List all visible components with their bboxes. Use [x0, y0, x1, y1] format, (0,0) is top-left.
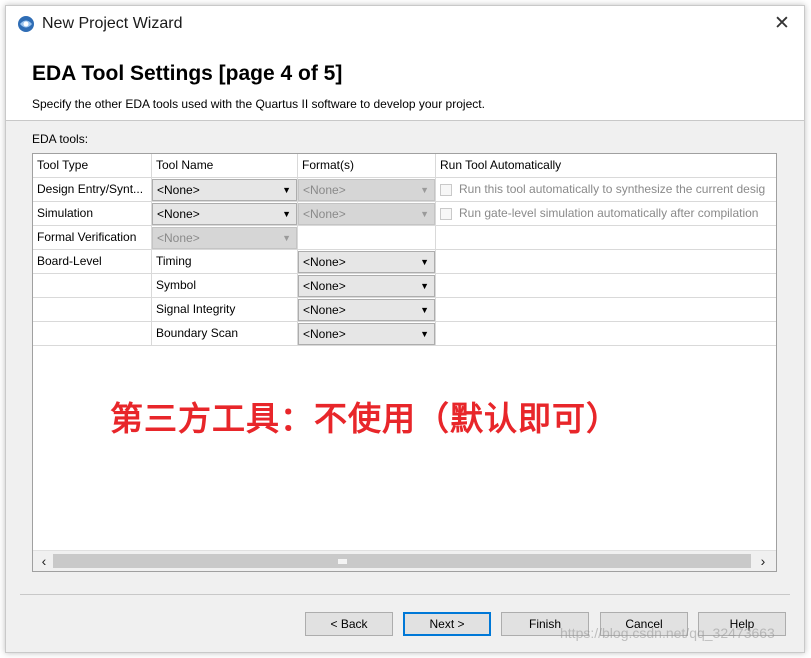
format-cell: <None> ▼ — [298, 250, 436, 274]
run-auto-cell — [436, 322, 776, 346]
simulation-tool-select[interactable]: <None> ▼ — [152, 203, 297, 225]
run-auto-cell: Run this tool automatically to synthesiz… — [436, 178, 776, 202]
gate-level-simulation-checkbox — [440, 208, 452, 220]
page-title: EDA Tool Settings [page 4 of 5] — [32, 62, 343, 85]
dropdown-arrow-icon: ▼ — [282, 233, 291, 243]
scrollbar-grip — [338, 559, 347, 564]
divider — [32, 120, 778, 121]
signal-integrity-format-select[interactable]: <None> ▼ — [298, 299, 435, 321]
tool-name-label: Timing — [152, 250, 298, 274]
new-project-wizard-window: New Project Wizard ✕ EDA Tool Settings [… — [5, 5, 805, 653]
tool-name-cell: <None> ▼ — [152, 178, 298, 202]
format-cell: <None> ▼ — [298, 274, 436, 298]
horizontal-scrollbar[interactable]: ‹ › — [33, 550, 776, 571]
formal-verification-tool-select: <None> ▼ — [152, 227, 297, 249]
annotation-text: 第三方工具：不使用（默认即可） — [110, 400, 620, 437]
table-row-type: Design Entry/Synt... — [33, 178, 152, 202]
tool-name-label: Signal Integrity — [152, 298, 298, 322]
tool-name-cell: <None> ▼ — [152, 202, 298, 226]
select-value: <None> — [157, 231, 200, 245]
simulation-format-select: <None> ▼ — [298, 203, 435, 225]
table-row-type — [33, 274, 152, 298]
table-row-type: Simulation — [33, 202, 152, 226]
dropdown-arrow-icon: ▼ — [420, 281, 429, 291]
scroll-left-icon[interactable]: ‹ — [37, 553, 51, 569]
dropdown-arrow-icon: ▼ — [420, 257, 429, 267]
quartus-app-icon — [18, 16, 34, 32]
select-value: <None> — [303, 327, 346, 341]
column-header-tool-type[interactable]: Tool Type — [33, 154, 152, 178]
timing-format-select[interactable]: <None> ▼ — [298, 251, 435, 273]
scroll-right-icon[interactable]: › — [756, 553, 770, 569]
back-button[interactable]: < Back — [305, 612, 393, 636]
window-title: New Project Wizard — [42, 15, 183, 32]
format-cell: <None> ▼ — [298, 298, 436, 322]
run-auto-cell — [436, 250, 776, 274]
footer-divider — [20, 594, 790, 595]
dropdown-arrow-icon: ▼ — [420, 185, 429, 195]
scrollbar-thumb[interactable] — [53, 554, 751, 568]
select-value: <None> — [303, 207, 346, 221]
eda-tools-label: EDA tools: — [32, 132, 89, 146]
run-auto-cell — [436, 226, 776, 250]
tool-name-cell: <None> ▼ — [152, 226, 298, 250]
column-header-run-automatically[interactable]: Run Tool Automatically — [436, 154, 776, 178]
select-value: <None> — [303, 303, 346, 317]
select-value: <None> — [303, 183, 346, 197]
synthesize-checkbox-label: Run this tool automatically to synthesiz… — [459, 182, 766, 196]
dropdown-arrow-icon: ▼ — [420, 329, 429, 339]
dropdown-arrow-icon: ▼ — [282, 209, 291, 219]
page-description: Specify the other EDA tools used with th… — [32, 97, 485, 111]
watermark: https://blog.csdn.net/qq_32473663 — [560, 625, 775, 641]
run-auto-cell — [436, 298, 776, 322]
select-value: <None> — [303, 255, 346, 269]
next-button[interactable]: Next > — [403, 612, 491, 636]
tool-name-label: Symbol — [152, 274, 298, 298]
select-value: <None> — [157, 207, 200, 221]
design-entry-format-select: <None> ▼ — [298, 179, 435, 201]
synthesize-checkbox — [440, 184, 452, 196]
eda-tools-table: Tool Type Tool Name Format(s) Run Tool A… — [32, 153, 777, 572]
dropdown-arrow-icon: ▼ — [282, 185, 291, 195]
table-row-type: Board-Level — [33, 250, 152, 274]
run-auto-cell: Run gate-level simulation automatically … — [436, 202, 776, 226]
close-icon[interactable]: ✕ — [770, 12, 794, 36]
symbol-format-select[interactable]: <None> ▼ — [298, 275, 435, 297]
select-value: <None> — [157, 183, 200, 197]
table-row-type — [33, 298, 152, 322]
table-row-type — [33, 322, 152, 346]
dropdown-arrow-icon: ▼ — [420, 209, 429, 219]
format-cell: <None> ▼ — [298, 202, 436, 226]
format-cell: <None> ▼ — [298, 322, 436, 346]
select-value: <None> — [303, 279, 346, 293]
run-auto-cell — [436, 274, 776, 298]
column-header-formats[interactable]: Format(s) — [298, 154, 436, 178]
gate-level-simulation-label: Run gate-level simulation automatically … — [459, 206, 759, 220]
dropdown-arrow-icon: ▼ — [420, 305, 429, 315]
tool-name-label: Boundary Scan — [152, 322, 298, 346]
design-entry-tool-select[interactable]: <None> ▼ — [152, 179, 297, 201]
format-cell: <None> ▼ — [298, 178, 436, 202]
boundary-scan-format-select[interactable]: <None> ▼ — [298, 323, 435, 345]
table-row-type: Formal Verification — [33, 226, 152, 250]
column-header-tool-name[interactable]: Tool Name — [152, 154, 298, 178]
title-bar: New Project Wizard ✕ — [6, 6, 804, 42]
format-cell — [298, 226, 436, 250]
